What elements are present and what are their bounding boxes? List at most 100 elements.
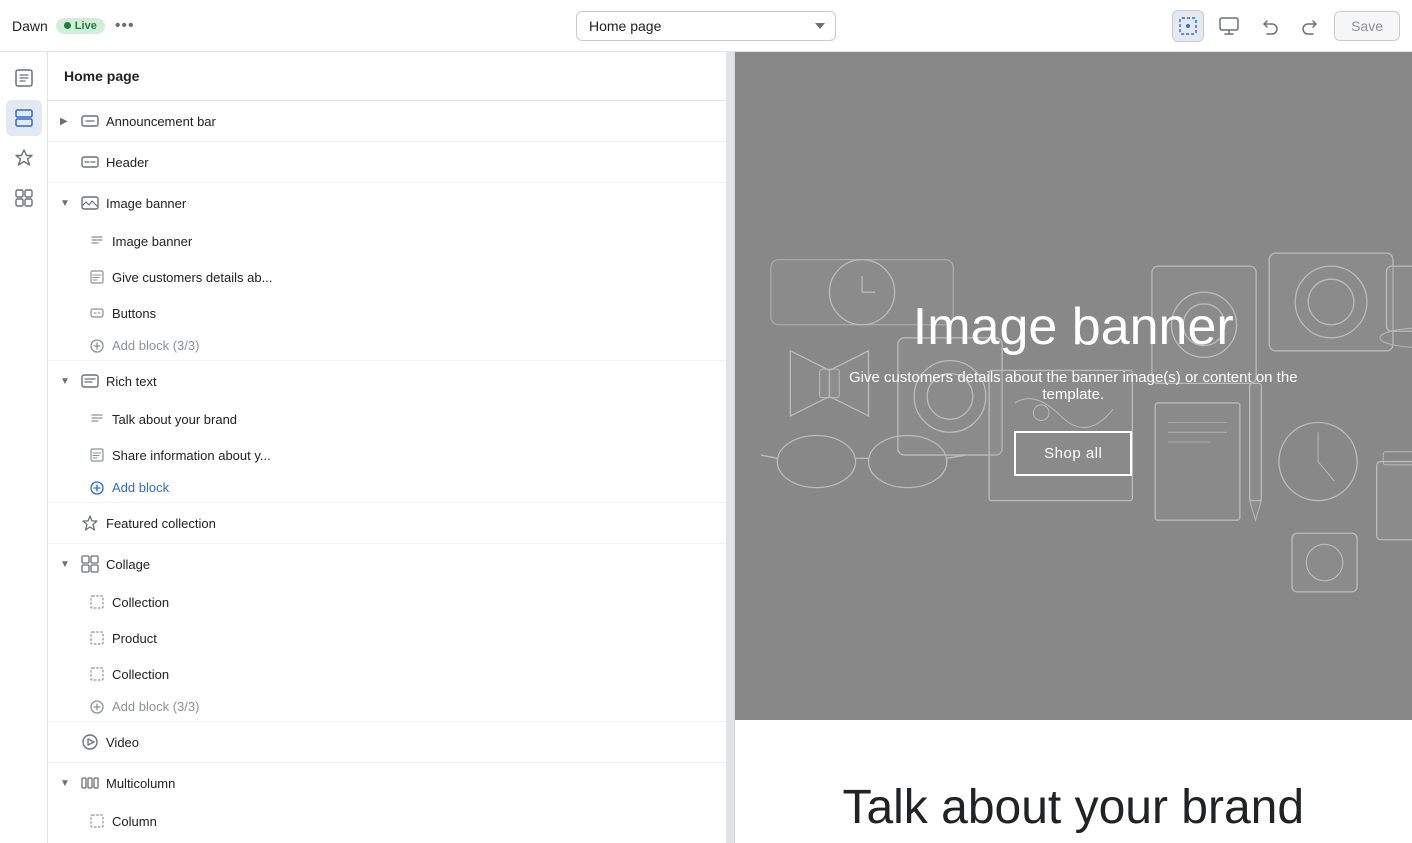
section-multicolumn-row[interactable]: ▼ Multicolumn bbox=[48, 763, 726, 803]
section-featured-collection-row[interactable]: ▶ Featured collection bbox=[48, 503, 726, 543]
give-customers-label: Give customers details ab... bbox=[112, 270, 714, 285]
subsection-talk-about[interactable]: Talk about your brand bbox=[48, 401, 726, 437]
subsection-image-banner-label: Image banner bbox=[112, 234, 714, 249]
featured-collection-icon bbox=[80, 513, 100, 533]
multicolumn-label: Multicolumn bbox=[106, 776, 714, 791]
section-header-row[interactable]: ▶ Header bbox=[48, 142, 726, 182]
section-multicolumn: ▼ Multicolumn Column Column bbox=[48, 763, 726, 843]
add-block-icon-3 bbox=[88, 700, 106, 714]
theme-name: Dawn bbox=[12, 18, 48, 34]
product-1-label: Product bbox=[112, 631, 714, 646]
section-image-banner-row[interactable]: ▼ Image banner bbox=[48, 183, 726, 223]
add-block-icon-1 bbox=[88, 339, 106, 353]
banner-title: Image banner bbox=[823, 297, 1323, 357]
announcement-bar-label: Announcement bar bbox=[106, 114, 714, 129]
header-label: Header bbox=[106, 155, 714, 170]
section-collage-row[interactable]: ▼ Collage bbox=[48, 544, 726, 584]
collection-icon-1 bbox=[88, 593, 106, 611]
featured-collection-label: Featured collection bbox=[106, 516, 714, 531]
live-dot bbox=[64, 22, 71, 29]
selection-icon bbox=[1179, 17, 1197, 35]
collapse-toggle-rich-text[interactable]: ▼ bbox=[60, 376, 74, 387]
collapse-toggle-multicolumn[interactable]: ▼ bbox=[60, 778, 74, 789]
topbar-center: Home page bbox=[220, 11, 1192, 41]
share-info-label: Share information about y... bbox=[112, 448, 714, 463]
section-featured-collection: ▶ Featured collection bbox=[48, 503, 726, 544]
video-icon bbox=[80, 732, 100, 752]
add-block-label-3: Add block (3/3) bbox=[112, 699, 199, 714]
richtext-canvas-section: Talk about your brand bbox=[735, 720, 1412, 843]
sidebar-title: Home page bbox=[48, 52, 726, 101]
pages-icon bbox=[14, 68, 34, 88]
banner-subtitle: Give customers details about the banner … bbox=[823, 369, 1323, 403]
subsection-share-info[interactable]: Share information about y... bbox=[48, 437, 726, 473]
save-button[interactable]: Save bbox=[1334, 11, 1400, 41]
rich-text-label: Rich text bbox=[106, 374, 714, 389]
section-announcement-bar-row[interactable]: ▶ Announcement bar bbox=[48, 101, 726, 141]
text-icon-1 bbox=[88, 232, 106, 250]
undo-icon bbox=[1261, 17, 1279, 35]
subsection-collection-1[interactable]: Collection bbox=[48, 584, 726, 620]
sidebar-icon-rail bbox=[0, 52, 48, 843]
buttons-icon bbox=[88, 304, 106, 322]
collage-icon bbox=[80, 554, 100, 574]
blocks-icon-btn[interactable] bbox=[6, 180, 42, 216]
subsection-image-banner-text[interactable]: Image banner bbox=[48, 223, 726, 259]
multicolumn-icon bbox=[80, 773, 100, 793]
selection-tool-button[interactable] bbox=[1172, 10, 1204, 42]
undo-button[interactable] bbox=[1254, 10, 1286, 42]
topbar: Dawn Live ••• Home page bbox=[0, 0, 1412, 52]
topbar-menu-button[interactable]: ••• bbox=[115, 17, 135, 35]
section-image-banner: ▼ Image banner Image banner Give custome… bbox=[48, 183, 726, 361]
customize-icon bbox=[14, 148, 34, 168]
subsection-collection-2[interactable]: Collection bbox=[48, 656, 726, 692]
customize-icon-btn[interactable] bbox=[6, 140, 42, 176]
video-label: Video bbox=[106, 735, 714, 750]
text-block-icon-2 bbox=[88, 446, 106, 464]
section-header: ▶ Header bbox=[48, 142, 726, 183]
pages-icon-btn[interactable] bbox=[6, 60, 42, 96]
rich-text-icon bbox=[80, 371, 100, 391]
sidebar-panel: Home page ▶ Announcement bar ▶ Header bbox=[48, 52, 727, 843]
collapse-toggle-collage[interactable]: ▼ bbox=[60, 559, 74, 570]
section-announcement-bar: ▶ Announcement bar bbox=[48, 101, 726, 142]
section-collage: ▼ Collage Collection Product bbox=[48, 544, 726, 722]
add-block-icon-2 bbox=[88, 481, 106, 495]
main: Home page ▶ Announcement bar ▶ Header bbox=[0, 52, 1412, 843]
buttons-label: Buttons bbox=[112, 306, 714, 321]
section-rich-text: ▼ Rich text Talk about your brand Share … bbox=[48, 361, 726, 503]
collapse-toggle-image-banner[interactable]: ▼ bbox=[60, 198, 74, 209]
canvas: Image banner Give customers details abou… bbox=[735, 52, 1412, 843]
section-video-row[interactable]: ▶ Video bbox=[48, 722, 726, 762]
desktop-view-button[interactable] bbox=[1212, 10, 1246, 42]
subsection-buttons[interactable]: Buttons bbox=[48, 295, 726, 331]
subsection-column-2[interactable]: Column bbox=[48, 839, 726, 843]
subsection-product-1[interactable]: Product bbox=[48, 620, 726, 656]
text-block-icon-1 bbox=[88, 268, 106, 286]
image-banner-section-label: Image banner bbox=[106, 196, 714, 211]
product-icon-1 bbox=[88, 629, 106, 647]
column-icon-1 bbox=[88, 812, 106, 830]
shop-all-button[interactable]: Shop all bbox=[1014, 431, 1132, 476]
add-block-image-banner[interactable]: Add block (3/3) bbox=[48, 331, 726, 360]
subsection-give-customers[interactable]: Give customers details ab... bbox=[48, 259, 726, 295]
collection-1-label: Collection bbox=[112, 595, 714, 610]
announcement-bar-icon bbox=[80, 111, 100, 131]
sections-icon-btn[interactable] bbox=[6, 100, 42, 136]
redo-icon bbox=[1301, 17, 1319, 35]
add-block-label-2[interactable]: Add block bbox=[112, 480, 169, 495]
live-label: Live bbox=[75, 20, 97, 32]
collapse-toggle-announcement[interactable]: ▶ bbox=[60, 116, 74, 127]
desktop-icon bbox=[1219, 17, 1239, 35]
subsection-column-1[interactable]: Column bbox=[48, 803, 726, 839]
section-rich-text-row[interactable]: ▼ Rich text bbox=[48, 361, 726, 401]
blocks-icon bbox=[14, 188, 34, 208]
section-video: ▶ Video bbox=[48, 722, 726, 763]
live-badge: Live bbox=[56, 18, 105, 34]
header-icon bbox=[80, 152, 100, 172]
page-select[interactable]: Home page bbox=[576, 11, 836, 41]
add-block-rich-text[interactable]: Add block bbox=[48, 473, 726, 502]
redo-button[interactable] bbox=[1294, 10, 1326, 42]
topbar-left: Dawn Live ••• bbox=[12, 17, 212, 35]
richtext-title: Talk about your brand bbox=[755, 780, 1393, 835]
